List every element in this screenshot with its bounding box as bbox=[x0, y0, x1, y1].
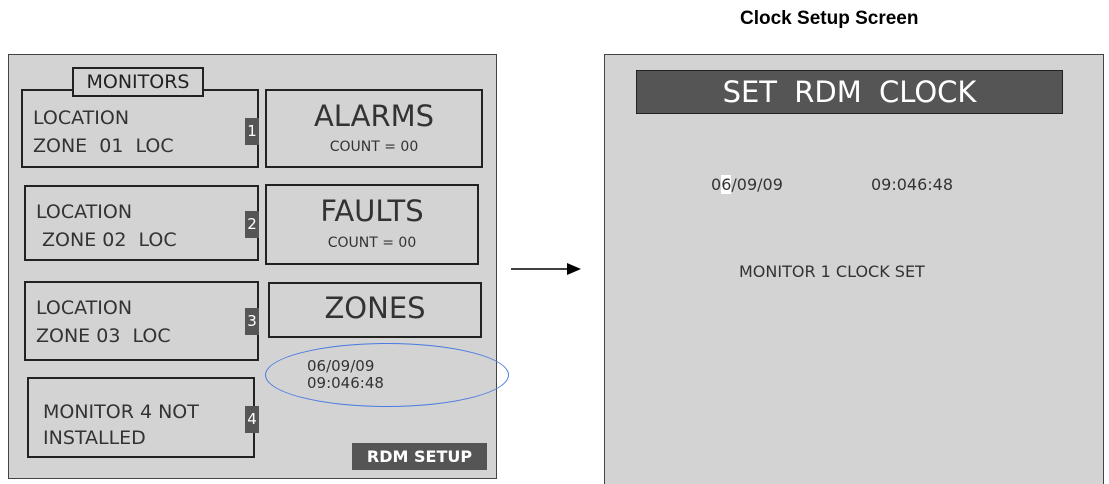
clock-setup-screen: SET RDM CLOCK 06/09/09 09:046:48 MONITOR… bbox=[604, 54, 1104, 484]
faults-count: COUNT = 00 bbox=[327, 235, 417, 251]
transition-arrow bbox=[511, 263, 581, 275]
monitor-4-line1: MONITOR 4 NOT bbox=[43, 401, 199, 423]
clock-highlight-ellipse[interactable] bbox=[265, 343, 509, 407]
monitor-1-panel[interactable]: LOCATION ZONE 01 LOC bbox=[21, 89, 259, 168]
main-rdm-screen: LOCATION ZONE 01 LOC 1 MONITORS LOCATION… bbox=[8, 54, 509, 479]
monitor-1-number: 1 bbox=[245, 118, 259, 145]
alarms-count: COUNT = 00 bbox=[329, 139, 419, 155]
monitors-tab: MONITORS bbox=[72, 67, 204, 97]
monitor-1-line1: LOCATION bbox=[33, 107, 130, 129]
monitor-3-panel[interactable]: LOCATION ZONE 03 LOC bbox=[24, 281, 259, 361]
caption-clock-setup: Clock Setup Screen bbox=[740, 8, 919, 29]
zones-button[interactable]: ZONES bbox=[268, 282, 482, 338]
monitor-4-line2: INSTALLED bbox=[43, 427, 146, 449]
faults-button[interactable]: FAULTS COUNT = 00 bbox=[265, 184, 479, 265]
set-rdm-clock-title: SET RDM CLOCK bbox=[636, 70, 1063, 114]
clock-date-cursor[interactable]: 6 bbox=[721, 175, 732, 194]
monitor-2-line2: ZONE 02 LOC bbox=[36, 229, 177, 251]
monitor-2-number: 2 bbox=[245, 211, 259, 238]
monitor-4-panel[interactable]: MONITOR 4 NOT INSTALLED bbox=[27, 377, 255, 458]
clock-date-field[interactable]: 06/09/09 bbox=[711, 175, 783, 194]
clock-date-prefix: 0 bbox=[711, 175, 722, 194]
monitor-3-line1: LOCATION bbox=[36, 297, 133, 319]
alarms-label: ALARMS bbox=[313, 99, 435, 133]
alarms-button[interactable]: ALARMS COUNT = 00 bbox=[265, 89, 483, 168]
clock-time-field[interactable]: 09:046:48 bbox=[871, 175, 953, 194]
monitor-1-line2: ZONE 01 LOC bbox=[33, 135, 174, 157]
rdm-setup-button[interactable]: RDM SETUP bbox=[352, 443, 487, 470]
clock-date-rest: /09/09 bbox=[731, 175, 783, 194]
monitor-3-number: 3 bbox=[245, 308, 259, 335]
zones-label: ZONES bbox=[324, 291, 426, 325]
monitor-4-number: 4 bbox=[245, 406, 259, 433]
clock-set-message: MONITOR 1 CLOCK SET bbox=[739, 262, 925, 281]
faults-label: FAULTS bbox=[320, 194, 424, 228]
monitor-3-line2: ZONE 03 LOC bbox=[36, 325, 171, 347]
monitor-2-panel[interactable]: LOCATION ZONE 02 LOC bbox=[24, 185, 259, 261]
monitor-2-line1: LOCATION bbox=[36, 201, 133, 223]
